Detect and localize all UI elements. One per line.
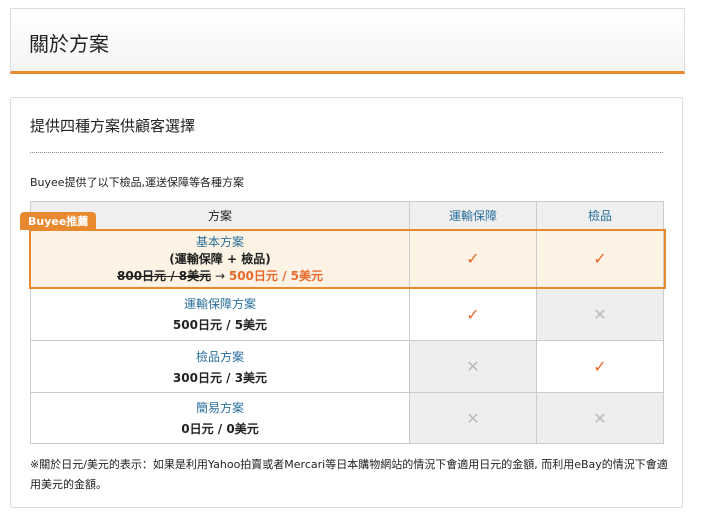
header-shipping: 運輸保障 xyxy=(409,201,537,230)
table-row: 簡易方案 0日元 / 0美元 ✕ ✕ xyxy=(30,392,664,444)
plans-panel: 提供四種方案供顧客選擇 Buyee提供了以下檢品,運送保障等各種方案 方案 運輸保… xyxy=(10,97,683,508)
recommended-badge: Buyee推薦 xyxy=(20,212,97,230)
plan-price: 500日元 / 5美元 xyxy=(172,318,268,332)
intro-text: Buyee提供了以下檢品,運送保障等各種方案 xyxy=(30,176,245,189)
check-icon: ✓ xyxy=(466,304,480,324)
check-icon: ✓ xyxy=(593,249,607,268)
table-row: 檢品方案 300日元 / 3美元 ✕ ✓ xyxy=(30,340,664,393)
cross-icon: ✕ xyxy=(593,304,607,324)
divider xyxy=(30,152,663,153)
plans-table: 方案 運輸保障 檢品 基本方案 (運輸保障 + 檢品) 800日元 / 8美元 → … xyxy=(30,201,664,444)
plan-name[interactable]: 檢品方案 xyxy=(31,348,409,365)
plan-price: 500日元 / 5美元 xyxy=(228,269,323,283)
currency-note: ※關於日元/美元的表示：如果是利用Yahoo拍賣或者Mercari等日本購物網站… xyxy=(30,458,668,491)
check-icon: ✓ xyxy=(593,357,607,376)
page-title: 關於方案 xyxy=(29,32,109,56)
table-row: 運輸保障方案 500日元 / 5美元 ✓ ✕ xyxy=(30,287,664,341)
page-header: 關於方案 xyxy=(10,8,685,74)
plan-price: 300日元 / 3美元 xyxy=(172,370,268,385)
panel-subtitle: 提供四種方案供顧客選擇 xyxy=(30,117,196,135)
cross-icon: ✕ xyxy=(466,357,480,376)
table-row: 基本方案 (運輸保障 + 檢品) 800日元 / 8美元 → 500日元 / 5… xyxy=(30,229,664,288)
plan-price: 0日元 / 0美元 xyxy=(181,422,259,436)
check-icon: ✓ xyxy=(466,249,480,268)
cross-icon: ✕ xyxy=(593,408,607,428)
plan-name[interactable]: 簡易方案 xyxy=(31,399,409,416)
plan-name[interactable]: 基本方案 xyxy=(31,233,409,250)
arrow: → xyxy=(214,269,226,283)
cross-icon: ✕ xyxy=(466,408,480,428)
plan-name[interactable]: 運輸保障方案 xyxy=(31,295,409,312)
old-price: 800日元 / 8美元 xyxy=(117,269,212,283)
header-inspection: 檢品 xyxy=(536,201,664,230)
plan-detail: (運輸保障 + 檢品) xyxy=(169,252,271,266)
